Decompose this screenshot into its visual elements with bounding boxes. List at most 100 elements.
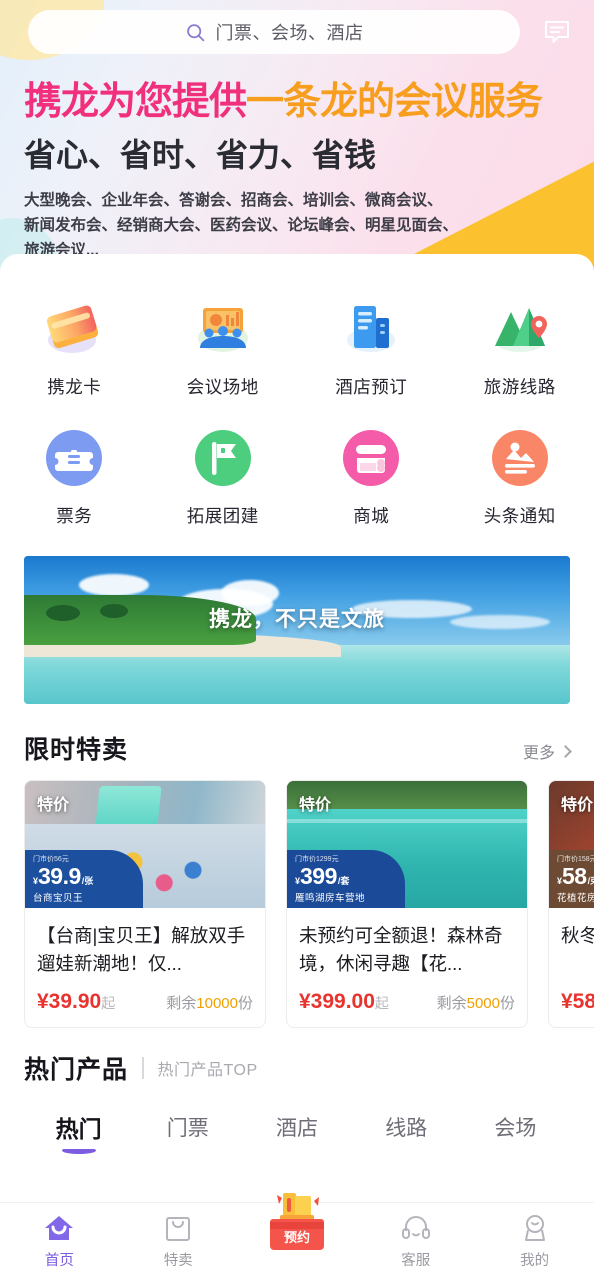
hero-headline: 携龙为您提供一条龙的会议服务 [24, 81, 543, 123]
membership-card-icon [41, 296, 107, 362]
nav-item-home[interactable]: 首页 [0, 1203, 119, 1270]
quick-item-shop-mall[interactable]: 商城 [297, 415, 446, 540]
hero-description: 大型晚会、企业年会、答谢会、招商会、培训会、微商会议、 新闻发布会、经销商大会、… [24, 188, 542, 263]
banner-cloud [220, 579, 279, 606]
tab-tickets[interactable]: 门票 [133, 1112, 242, 1154]
product-price: ¥39.90 [37, 990, 102, 1013]
bottom-navigation: 首页 特卖 预约 客服 我的 [0, 1193, 594, 1280]
stock-count: 10000 [196, 995, 238, 1012]
quick-item-label: 票务 [56, 506, 93, 526]
divider [142, 1057, 144, 1079]
hero-headline-part1: 携龙为您提供 [24, 81, 247, 123]
booking-gift-icon: 预约 [261, 1189, 333, 1255]
tab-venues[interactable]: 会场 [461, 1112, 570, 1154]
product-image: 特价 门市价56元 ¥ 39.9 /张 台商宝贝王 [25, 781, 265, 908]
headset-support-icon [399, 1211, 433, 1245]
more-label: 更多 [522, 745, 555, 762]
product-badge: 特价 [299, 797, 332, 814]
overlay-venue-name: 花植花房 [557, 893, 594, 904]
tab-routes[interactable]: 线路 [352, 1112, 461, 1154]
overlay-price-value: 39.9 [38, 863, 81, 889]
overlay-venue-name: 雁鸣湖房车营地 [295, 893, 366, 904]
search-bar-row: 门票、会场、酒店 [0, 8, 594, 56]
product-price: ¥58 [561, 990, 594, 1013]
nav-label: 客服 [401, 1253, 431, 1269]
hot-products-title: 热门产品 [24, 1056, 129, 1084]
product-footer: ¥399.00起 剩余5000份 [299, 990, 515, 1014]
flash-sale-header: 限时特卖 更多 [0, 704, 594, 780]
hot-products-subtitle: 热门产品TOP [157, 1062, 258, 1079]
app-screen: 门票、会场、酒店 携龙为您提供一条龙的会议服务 省心、省时、省力、省钱 大型晚会… [0, 0, 594, 1280]
quick-item-label: 拓展团建 [186, 506, 259, 526]
hot-products-header: 热门产品 热门产品TOP [0, 1028, 594, 1092]
product-price-block: ¥399.00起 [299, 990, 389, 1014]
quick-item-label: 旅游线路 [483, 377, 556, 397]
price-overlay: 门市价158元 ¥ 58 /束 花植花房 [557, 856, 594, 904]
quick-item-label: 会议场地 [186, 377, 259, 397]
product-title: 【台商|宝贝王】解放双手遛娃新潮地！仅... [37, 925, 246, 974]
tab-active-indicator [61, 1147, 96, 1154]
search-input[interactable]: 门票、会场、酒店 [28, 10, 520, 54]
product-card[interactable]: 特价 门市价158元 ¥ 58 /束 花植花房 秋冬元抢 ¥58 [548, 780, 594, 1028]
product-price-suffix: 起 [101, 995, 116, 1011]
tab-label: 线路 [385, 1117, 428, 1140]
tab-label: 酒店 [276, 1117, 318, 1140]
product-card[interactable]: 特价 门市价1299元 ¥ 399 /套 雁鸣湖房车营地 未预约可全额退！森林奇… [286, 780, 528, 1028]
search-icon [185, 22, 206, 43]
tab-hot[interactable]: 热门 [24, 1110, 133, 1156]
quick-item-conference-venue[interactable]: 会议场地 [149, 286, 298, 411]
product-footer: ¥58 [561, 990, 594, 1014]
stock-prefix: 剩余 [166, 995, 197, 1012]
product-price-suffix: 起 [374, 995, 389, 1011]
travel-banner-wrap: 携龙，不只是文旅 [0, 546, 594, 704]
nav-item-profile[interactable]: 我的 [475, 1203, 594, 1270]
nav-label: 特卖 [163, 1253, 193, 1269]
original-price: 门市价56元 [33, 855, 69, 863]
product-image: 特价 门市价1299元 ¥ 399 /套 雁鸣湖房车营地 [287, 781, 527, 908]
quick-item-team-building[interactable]: 拓展团建 [149, 415, 298, 540]
headline-notice-icon [487, 425, 553, 491]
quick-item-headline-notice[interactable]: 头条通知 [446, 415, 594, 540]
price-overlay: 门市价56元 ¥ 39.9 /张 台商宝贝王 [33, 856, 93, 904]
nav-item-booking[interactable]: 预约 [238, 1193, 357, 1255]
user-profile-icon [518, 1211, 552, 1245]
product-stock: 剩余10000份 [166, 992, 253, 1013]
quick-access-grid: 携龙卡 会议场地 酒店预订 旅游线路 票务 拓展团建 商城 头条通知 [0, 272, 594, 546]
bag-sale-icon [161, 1211, 195, 1245]
travel-banner[interactable]: 携龙，不只是文旅 [24, 556, 570, 704]
stock-suffix: 份 [237, 995, 253, 1012]
flash-sale-more-button[interactable]: 更多 [522, 739, 572, 763]
quick-item-ticket[interactable]: 票务 [0, 415, 149, 540]
content-sheet-top [0, 254, 594, 272]
product-title: 秋冬元抢 [561, 925, 594, 946]
flash-sale-card-list[interactable]: 特价 门市价56元 ¥ 39.9 /张 台商宝贝王 【台商|宝贝王】解放双手遛娃… [0, 780, 594, 1028]
team-building-flag-icon [190, 425, 256, 491]
image-pool-line [287, 819, 527, 824]
home-icon [42, 1211, 76, 1245]
shop-mall-icon [338, 425, 404, 491]
message-button[interactable] [520, 10, 594, 54]
tab-label: 热门 [55, 1116, 102, 1142]
banner-cloud [78, 573, 149, 596]
banner-palm [45, 605, 80, 622]
product-body: 秋冬元抢 ¥58 [549, 908, 594, 1027]
quick-item-travel-route[interactable]: 旅游线路 [446, 286, 594, 411]
quick-item-label: 商城 [353, 506, 390, 526]
quick-item-hotel-booking[interactable]: 酒店预订 [297, 286, 446, 411]
hero-copy: 携龙为您提供一条龙的会议服务 省心、省时、省力、省钱 大型晚会、企业年会、答谢会… [24, 81, 543, 263]
nav-item-sale[interactable]: 特卖 [119, 1203, 238, 1270]
hero-description-line: 新闻发布会、经销商大会、医药会议、论坛峰会、明星见面会、 [24, 217, 459, 235]
quick-item-membership-card[interactable]: 携龙卡 [0, 286, 149, 411]
svg-text:预约: 预约 [284, 1230, 310, 1245]
tab-hotels[interactable]: 酒店 [242, 1112, 351, 1154]
overlay-price-line: ¥ 399 /套 [295, 865, 365, 888]
quick-item-label: 携龙卡 [47, 377, 102, 397]
product-card[interactable]: 特价 门市价56元 ¥ 39.9 /张 台商宝贝王 【台商|宝贝王】解放双手遛娃… [24, 780, 266, 1028]
ticket-icon [41, 425, 107, 491]
tab-label: 会场 [494, 1117, 537, 1140]
product-stock: 剩余5000份 [437, 992, 515, 1013]
overlay-price-value: 58 [562, 863, 587, 889]
nav-item-support[interactable]: 客服 [356, 1203, 475, 1270]
product-badge: 特价 [561, 797, 594, 814]
travel-route-icon [487, 296, 553, 362]
